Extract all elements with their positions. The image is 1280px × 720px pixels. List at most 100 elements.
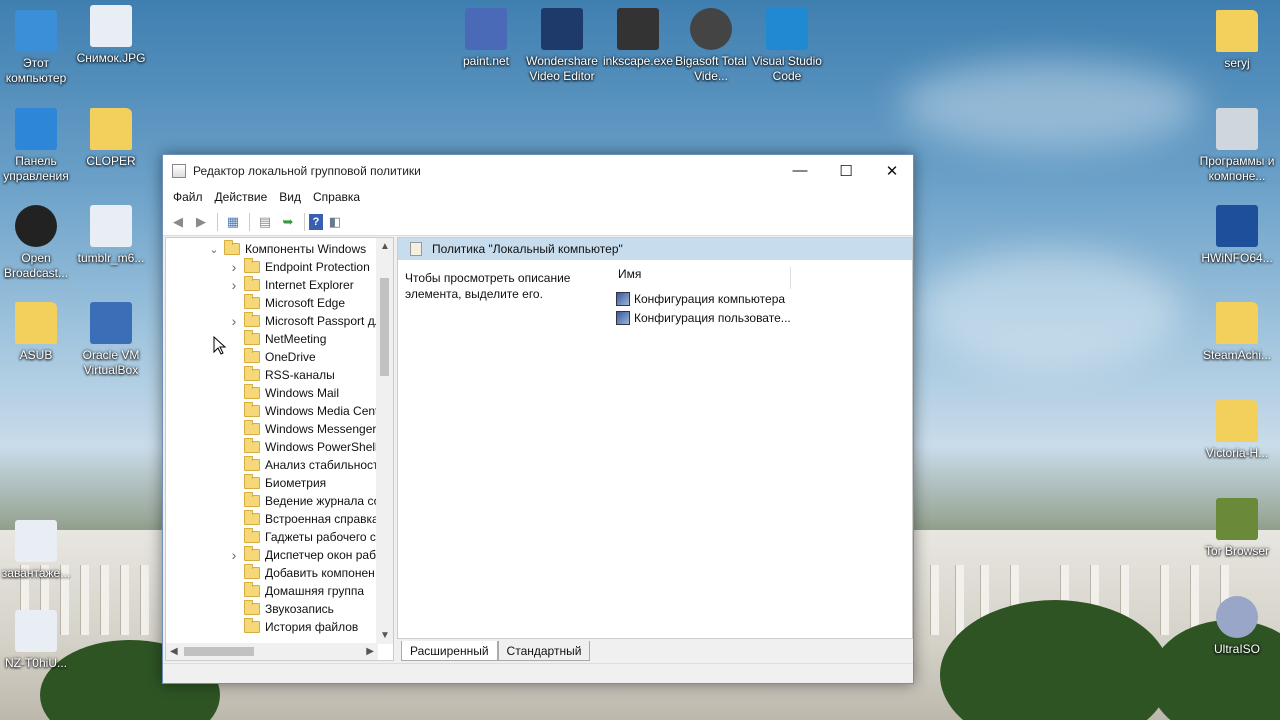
tree-item[interactable]: Встроенная справка: [228, 510, 379, 528]
desktop-icon-label: Этот компьютер: [5, 56, 67, 85]
chevron-right-icon[interactable]: ›: [228, 277, 240, 293]
toolbar-separator: [304, 212, 305, 231]
list-item-computer-config[interactable]: Конфигурация компьютера: [616, 290, 785, 308]
tree-item-label: Домашняя группа: [265, 584, 365, 598]
close-button[interactable]: ✕: [869, 155, 915, 186]
desktop-icon-label: paint.net: [462, 54, 510, 68]
back-arrow-icon[interactable]: ◀: [167, 211, 189, 233]
desktop-icon-top-1[interactable]: Wondershare Video Editor: [524, 8, 600, 84]
desktop-icon-label: Oracle VM VirtualBox: [82, 348, 140, 377]
menu-file[interactable]: Файл: [167, 190, 209, 204]
desktop-icon-left-7[interactable]: Oracle VM VirtualBox: [73, 302, 149, 378]
details-header-title: Политика "Локальный компьютер": [432, 242, 623, 256]
minimize-button[interactable]: —: [777, 155, 823, 186]
tree-item[interactable]: Microsoft Edge: [228, 294, 345, 312]
filter-icon[interactable]: ◧: [324, 211, 346, 233]
tree-item[interactable]: Добавить компонен: [228, 564, 375, 582]
tree-item-root[interactable]: ⌄ Компоненты Windows: [208, 240, 366, 258]
folder-icon: [244, 384, 260, 399]
column-header-name[interactable]: Имя: [618, 267, 791, 289]
desktop-icon-right-5[interactable]: Tor Browser: [1199, 498, 1275, 559]
vertical-scrollbar[interactable]: ▲ ▼: [376, 238, 393, 644]
tree-item[interactable]: Анализ стабильности: [228, 456, 385, 474]
scroll-down-icon[interactable]: ▼: [380, 630, 390, 641]
scroll-left-icon[interactable]: ◀: [170, 646, 178, 657]
desktop-icon-right-6[interactable]: UltraISO: [1199, 596, 1275, 657]
export-list-icon[interactable]: ➥: [277, 211, 299, 233]
tree-item[interactable]: NetMeeting: [228, 330, 326, 348]
forward-arrow-icon[interactable]: ▶: [190, 211, 212, 233]
tree-item-label: Internet Explorer: [265, 278, 354, 292]
title-bar[interactable]: Редактор локальной групповой политики — …: [163, 155, 913, 186]
desktop-icon-label: Visual Studio Code: [752, 54, 822, 83]
tab-extended[interactable]: Расширенный: [401, 641, 498, 661]
desktop-icon-right-3[interactable]: SteamAchi...: [1199, 302, 1275, 363]
tree-item[interactable]: OneDrive: [228, 348, 316, 366]
tree-item-label: Компоненты Windows: [245, 242, 367, 256]
chevron-right-icon[interactable]: ›: [228, 547, 240, 563]
tree-item[interactable]: Windows PowerShell: [228, 438, 378, 456]
properties-icon[interactable]: ▤: [254, 211, 276, 233]
tree-item[interactable]: Windows Messenger: [228, 420, 376, 438]
this-pc-icon: [15, 10, 57, 52]
desktop-icon-label: Wondershare Video Editor: [526, 54, 598, 83]
tree-item[interactable]: RSS-каналы: [228, 366, 335, 384]
tree-item-label: Ведение журнала со: [265, 494, 381, 508]
details-header: Политика "Локальный компьютер": [398, 238, 912, 260]
building-column: [80, 565, 89, 635]
desktop-icon-top-2[interactable]: inkscape.exe: [600, 8, 676, 69]
desktop-icon-right-0[interactable]: seryj: [1199, 10, 1275, 71]
desktop-icon-left-1[interactable]: Снимок.JPG: [73, 5, 149, 66]
horizontal-scrollbar[interactable]: ◀ ▶: [166, 643, 378, 660]
desktop-icon-left-3[interactable]: CLOPER: [73, 108, 149, 169]
scroll-up-icon[interactable]: ▲: [380, 241, 390, 252]
tree-item[interactable]: Гаджеты рабочего с: [228, 528, 376, 546]
tree-item[interactable]: История файлов: [228, 618, 358, 636]
desktop-icon-top-3[interactable]: Bigasoft Total Vide...: [673, 8, 749, 84]
folder-icon: [244, 582, 260, 597]
tree-item[interactable]: › Microsoft Passport для: [228, 312, 388, 330]
tree-item[interactable]: Ведение журнала со: [228, 492, 380, 510]
tab-standard[interactable]: Стандартный: [497, 641, 591, 661]
maximize-button[interactable]: ☐: [823, 155, 869, 186]
details-pane: Политика "Локальный компьютер" Чтобы про…: [397, 237, 913, 639]
help-icon[interactable]: ?: [309, 213, 323, 230]
desktop-icon-label: ASUB: [19, 348, 53, 362]
desktop-icon-left-4[interactable]: Open Broadcast...: [0, 205, 74, 281]
tree-item[interactable]: › Internet Explorer: [228, 276, 354, 294]
menu-action[interactable]: Действие: [209, 190, 274, 204]
desktop-icon-right-4[interactable]: Victoria-H...: [1199, 400, 1275, 461]
desktop-icon-left-9[interactable]: NZ-T0hiU...: [0, 610, 74, 671]
list-item-user-config[interactable]: Конфигурация пользовате...: [616, 309, 791, 327]
scroll-thumb[interactable]: [184, 647, 254, 656]
show-hide-console-tree-icon[interactable]: ▦: [222, 211, 244, 233]
menu-view[interactable]: Вид: [273, 190, 307, 204]
tree-item[interactable]: Windows Media Center: [228, 402, 389, 420]
scroll-right-icon[interactable]: ▶: [366, 646, 374, 657]
console-tree-pane[interactable]: ⌄ Компоненты Windows › Endpoint Protectio…: [165, 237, 394, 661]
tree-item[interactable]: Звукозапись: [228, 600, 334, 618]
desktop-icon-left-2[interactable]: Панель управления: [0, 108, 74, 184]
desktop-icon-left-8[interactable]: завантаже...: [0, 520, 74, 581]
desktop-icon-left-5[interactable]: tumblr_m6...: [73, 205, 149, 266]
gpedit-app-icon: [172, 163, 186, 178]
desktop-icon-right-2[interactable]: HWiNFO64...: [1199, 205, 1275, 266]
desktop-icon-top-4[interactable]: Visual Studio Code: [749, 8, 825, 84]
tree-item[interactable]: › Endpoint Protection: [228, 258, 370, 276]
tree-item[interactable]: Домашняя группа: [228, 582, 364, 600]
tree-item-label: Добавить компонен: [265, 566, 375, 580]
chevron-right-icon[interactable]: ›: [228, 259, 240, 275]
tree-item[interactable]: Биометрия: [228, 474, 326, 492]
scroll-thumb[interactable]: [380, 278, 389, 376]
chevron-right-icon[interactable]: ›: [228, 313, 240, 329]
desktop-icon-left-6[interactable]: ASUB: [0, 302, 74, 363]
description-text: Чтобы просмотреть описание элемента, выд…: [405, 271, 571, 301]
desktop-icon-left-0[interactable]: Этот компьютер: [0, 10, 74, 86]
wondershare-icon: [541, 8, 583, 50]
chevron-down-icon[interactable]: ⌄: [208, 243, 220, 256]
tree-item[interactable]: Windows Mail: [228, 384, 339, 402]
tree-item[interactable]: › Диспетчер окон раб: [228, 546, 376, 564]
menu-help[interactable]: Справка: [307, 190, 366, 204]
desktop-icon-right-1[interactable]: Программы и компоне...: [1199, 108, 1275, 184]
desktop-icon-top-0[interactable]: paint.net: [448, 8, 524, 69]
